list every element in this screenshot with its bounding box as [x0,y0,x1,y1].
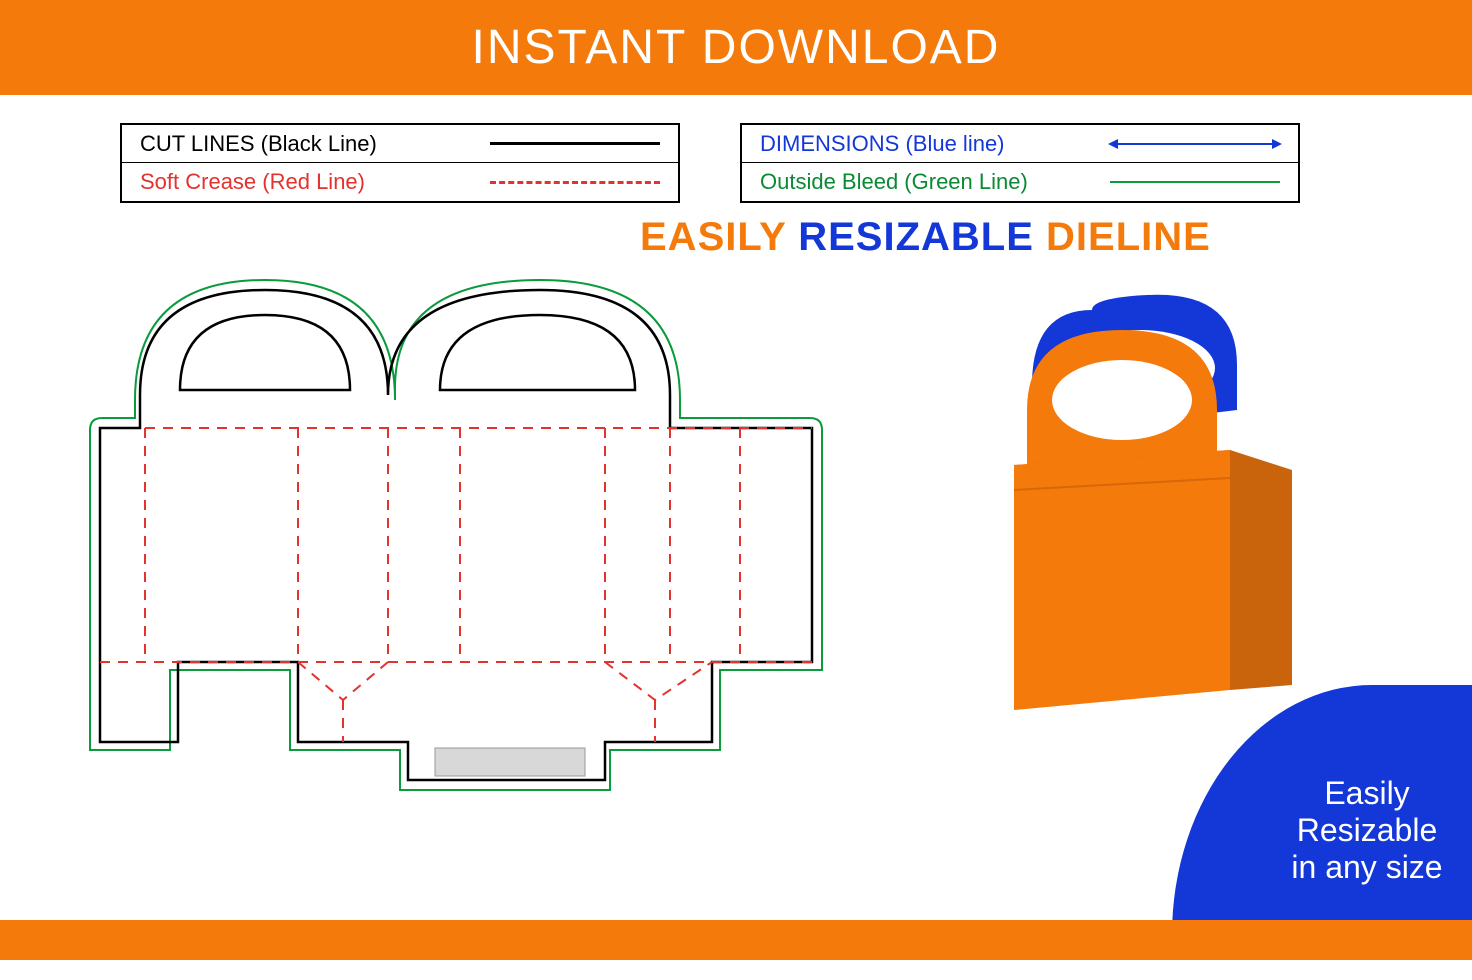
badge-line1: Easily [1324,775,1409,812]
legend-bleed-label: Outside Bleed (Green Line) [760,169,1028,195]
handle-cutout-left [180,315,350,390]
legend-cut-label: CUT LINES (Black Line) [140,131,377,157]
crease-line-sample [490,172,660,192]
legend-cut-lines: CUT LINES (Black Line) [122,125,678,163]
legend-crease-label: Soft Crease (Red Line) [140,169,365,195]
dieline-template [40,270,870,870]
legend-dimensions: DIMENSIONS (Blue line) [742,125,1298,163]
cut-outline [100,290,812,780]
badge-line2: Resizable [1297,812,1438,849]
legend-table-left: CUT LINES (Black Line) Soft Crease (Red … [120,123,680,203]
headline-word1: EASILY [640,215,786,259]
legend-row: CUT LINES (Black Line) Soft Crease (Red … [0,95,1472,203]
badge-line3: in any size [1291,849,1442,886]
box-mockup [972,290,1342,730]
glue-tab [435,748,585,776]
banner-title: INSTANT DOWNLOAD [472,20,1001,75]
box-side [1230,450,1292,690]
headline: EASILY RESIZABLE DIELINE [640,215,1211,260]
dim-line-sample [1110,134,1280,154]
headline-word2: RESIZABLE [798,215,1034,259]
bleed-line-sample [1110,172,1280,192]
legend-dim-label: DIMENSIONS (Blue line) [760,131,1005,157]
legend-table-right: DIMENSIONS (Blue line) Outside Bleed (Gr… [740,123,1300,203]
cut-line-sample [490,134,660,154]
crease-lines [100,428,812,742]
legend-crease: Soft Crease (Red Line) [122,163,678,201]
handle-front-hole [1052,360,1192,440]
legend-bleed: Outside Bleed (Green Line) [742,163,1298,201]
handle-cutout-right [440,315,635,390]
top-banner: INSTANT DOWNLOAD [0,0,1472,95]
bottom-banner [0,920,1472,960]
headline-word3: DIELINE [1046,215,1211,259]
